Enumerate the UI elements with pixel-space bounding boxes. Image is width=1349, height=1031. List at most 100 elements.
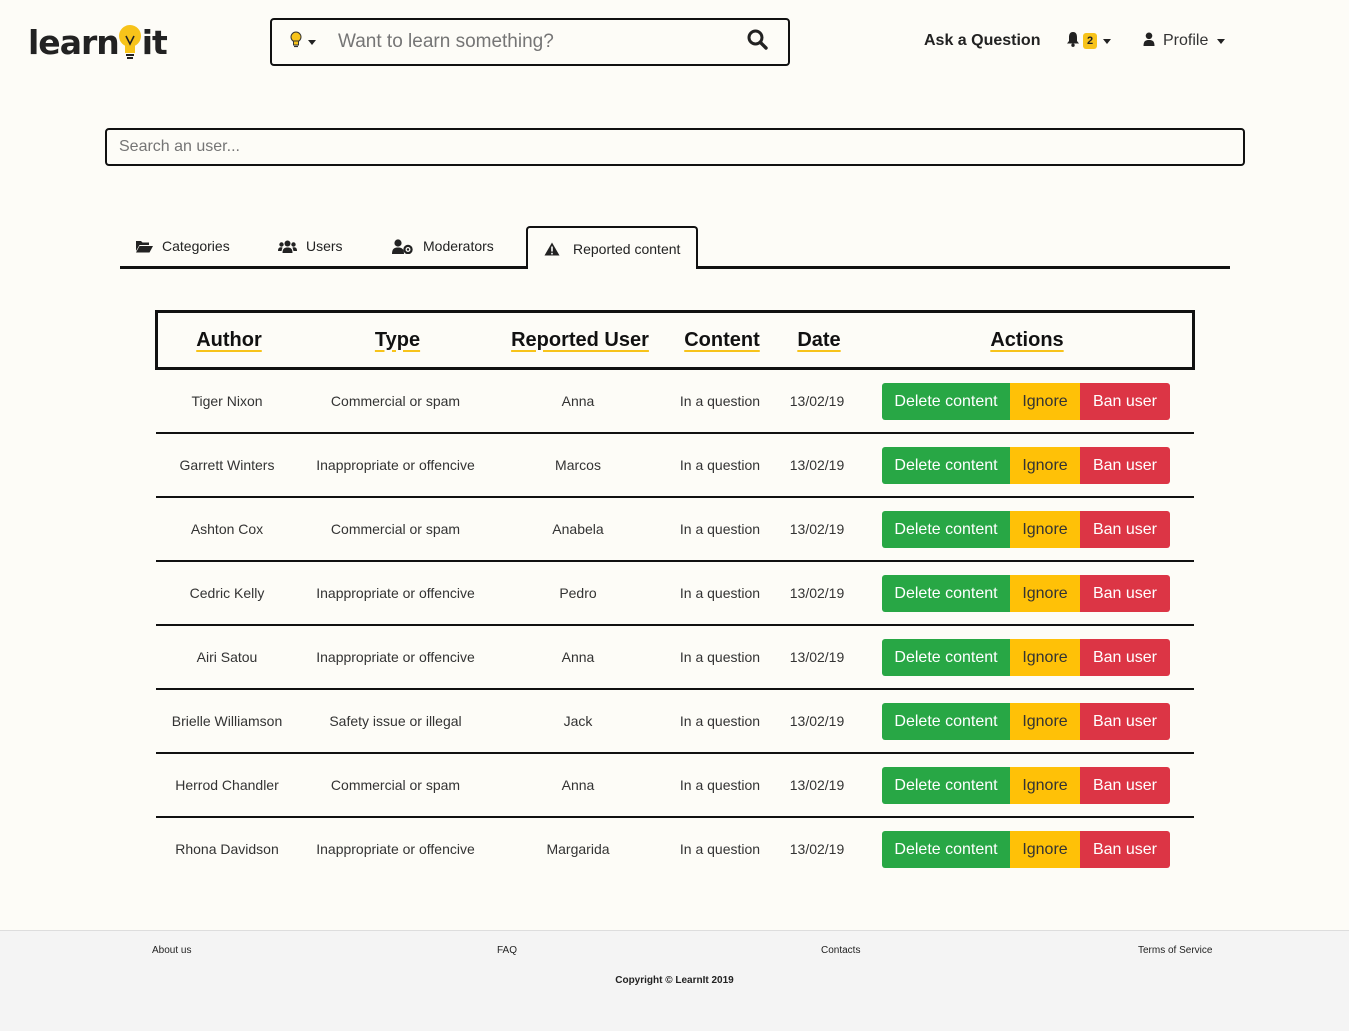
content-cell: In a question [679, 393, 761, 409]
delete-content-button[interactable]: Delete content [882, 767, 1010, 804]
column-header-reported-user[interactable]: Reported User [495, 313, 665, 367]
footer-link-about[interactable]: About us [152, 945, 191, 956]
topic-search-bar[interactable] [270, 18, 790, 66]
date-cell: 13/02/19 [789, 457, 845, 473]
reported-user-cell: Anna [561, 649, 595, 665]
type-cell: Inappropriate or offencive [316, 457, 475, 473]
table-row: Tiger Nixon Commercial or spam Anna In a… [156, 370, 1194, 434]
lightbulb-icon [118, 25, 142, 59]
row-actions: Delete content Ignore Ban user [882, 575, 1170, 612]
date-cell: 13/02/19 [789, 393, 845, 409]
notifications-dropdown[interactable]: 2 [1066, 30, 1112, 52]
topic-search-input[interactable] [338, 31, 747, 53]
delete-content-button[interactable]: Delete content [882, 703, 1010, 740]
author-cell: Rhona Davidson [175, 841, 279, 857]
ignore-button[interactable]: Ignore [1010, 703, 1080, 740]
author-cell: Ashton Cox [190, 521, 264, 537]
date-cell: 13/02/19 [789, 649, 845, 665]
profile-dropdown[interactable]: Profile [1143, 30, 1226, 52]
row-actions: Delete content Ignore Ban user [882, 383, 1170, 420]
type-cell: Commercial or spam [330, 521, 461, 537]
type-cell: Inappropriate or offencive [316, 585, 475, 601]
column-header-content[interactable]: Content [665, 313, 779, 367]
date-cell: 13/02/19 [789, 585, 845, 601]
table-row: Cedric Kelly Inappropriate or offencive … [156, 562, 1194, 626]
user-icon [1143, 32, 1155, 51]
ignore-button[interactable]: Ignore [1010, 575, 1080, 612]
brand-name-prefix: learn [28, 22, 120, 62]
footer-link-terms[interactable]: Terms of Service [1138, 945, 1212, 956]
tab-moderators[interactable]: Moderators [392, 226, 494, 266]
ignore-button[interactable]: Ignore [1010, 639, 1080, 676]
ignore-button[interactable]: Ignore [1010, 767, 1080, 804]
author-cell: Cedric Kelly [189, 585, 265, 601]
site-footer: About us FAQ Contacts Terms of Service C… [0, 930, 1349, 1031]
ignore-button[interactable]: Ignore [1010, 831, 1080, 868]
reported-user-cell: Jack [563, 713, 593, 729]
row-actions: Delete content Ignore Ban user [882, 639, 1170, 676]
table-row: Brielle Williamson Safety issue or illeg… [156, 690, 1194, 754]
tab-categories[interactable]: Categories [136, 226, 230, 266]
delete-content-button[interactable]: Delete content [882, 447, 1010, 484]
row-actions: Delete content Ignore Ban user [882, 831, 1170, 868]
row-actions: Delete content Ignore Ban user [882, 767, 1170, 804]
ban-user-button[interactable]: Ban user [1080, 447, 1170, 484]
ask-question-link[interactable]: Ask a Question [924, 30, 1040, 52]
tab-reported-content[interactable]: Reported content [526, 226, 699, 269]
content-cell: In a question [679, 777, 761, 793]
row-actions: Delete content Ignore Ban user [882, 703, 1170, 740]
tab-label: Categories [162, 238, 230, 254]
reports-table-header: Author Type Reported User Content Date A… [155, 310, 1195, 370]
search-icon[interactable] [747, 29, 768, 55]
delete-content-button[interactable]: Delete content [882, 383, 1010, 420]
delete-content-button[interactable]: Delete content [882, 831, 1010, 868]
footer-link-contacts[interactable]: Contacts [821, 945, 860, 956]
ban-user-button[interactable]: Ban user [1080, 703, 1170, 740]
reported-user-cell: Pedro [559, 585, 597, 601]
ban-user-button[interactable]: Ban user [1080, 511, 1170, 548]
ban-user-button[interactable]: Ban user [1080, 767, 1170, 804]
column-header-label: Date [797, 328, 841, 351]
tab-label: Users [306, 238, 343, 254]
column-header-author[interactable]: Author [158, 313, 300, 367]
tab-users[interactable]: Users [278, 226, 343, 266]
user-search-field[interactable] [105, 128, 1245, 166]
type-cell: Commercial or spam [330, 777, 461, 793]
content-cell: In a question [679, 457, 761, 473]
content-cell: In a question [679, 585, 761, 601]
ban-user-button[interactable]: Ban user [1080, 575, 1170, 612]
reported-user-cell: Anna [561, 393, 595, 409]
ban-user-button[interactable]: Ban user [1080, 639, 1170, 676]
author-cell: Tiger Nixon [191, 393, 263, 409]
ban-user-button[interactable]: Ban user [1080, 383, 1170, 420]
reported-user-cell: Margarida [546, 841, 610, 857]
copyright-text: Copyright © LearnIt 2019 [615, 975, 734, 986]
delete-content-button[interactable]: Delete content [882, 511, 1010, 548]
ignore-button[interactable]: Ignore [1010, 511, 1080, 548]
column-header-label: Actions [990, 328, 1064, 351]
column-header-label: Content [684, 328, 760, 351]
reported-user-cell: Anabela [552, 521, 604, 537]
row-actions: Delete content Ignore Ban user [882, 447, 1170, 484]
delete-content-button[interactable]: Delete content [882, 575, 1010, 612]
column-header-type[interactable]: Type [300, 313, 495, 367]
table-row: Garrett Winters Inappropriate or offenci… [156, 434, 1194, 498]
delete-content-button[interactable]: Delete content [882, 639, 1010, 676]
date-cell: 13/02/19 [789, 777, 845, 793]
author-cell: Herrod Chandler [175, 777, 279, 793]
column-header-label: Author [196, 328, 262, 351]
ignore-button[interactable]: Ignore [1010, 447, 1080, 484]
users-icon [278, 240, 297, 253]
brand-name-suffix: it [141, 22, 168, 62]
tab-label: Reported content [573, 240, 681, 257]
chevron-down-icon [308, 39, 316, 45]
notification-count-badge: 2 [1083, 33, 1098, 49]
ban-user-button[interactable]: Ban user [1080, 831, 1170, 868]
column-header-date[interactable]: Date [779, 313, 859, 367]
author-cell: Brielle Williamson [171, 713, 283, 729]
footer-link-faq[interactable]: FAQ [497, 945, 517, 956]
brand-logo[interactable]: learn it [28, 20, 168, 64]
user-search-input[interactable] [119, 138, 1243, 156]
category-dropdown[interactable] [290, 31, 338, 53]
ignore-button[interactable]: Ignore [1010, 383, 1080, 420]
